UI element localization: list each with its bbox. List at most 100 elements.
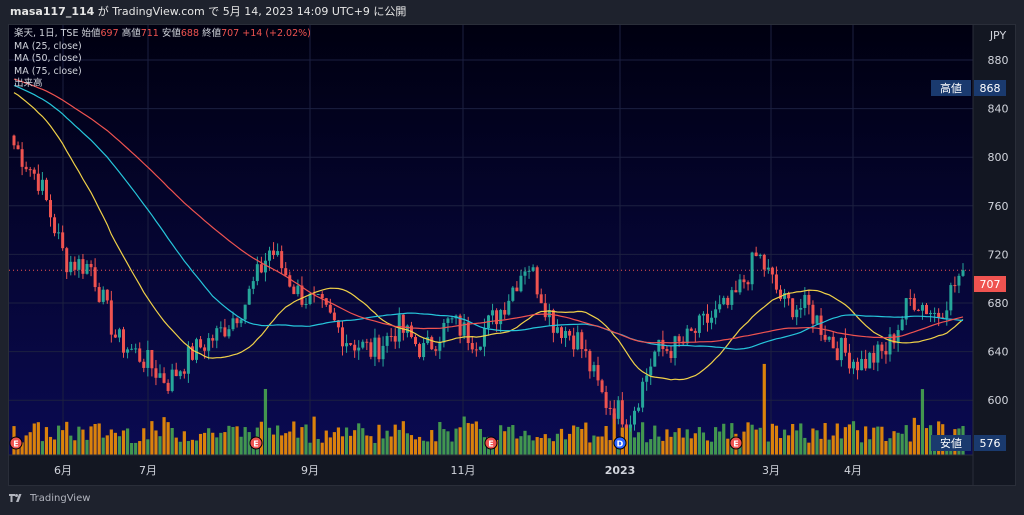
candle-body bbox=[130, 348, 134, 350]
volume-bar bbox=[328, 437, 332, 455]
volume-bar bbox=[332, 432, 336, 455]
ma75-legend[interactable]: MA (75, close) bbox=[14, 66, 311, 79]
ohlc-line: 楽天, 1日, TSE 始値697 高値711 安値688 終値707 +14 … bbox=[14, 28, 311, 41]
volume-bar bbox=[884, 440, 888, 455]
candle-body bbox=[166, 382, 170, 391]
volume-bar bbox=[511, 425, 515, 455]
price-tick-label: 840 bbox=[988, 103, 1009, 116]
candle-body bbox=[722, 297, 726, 305]
volume-bar bbox=[547, 438, 551, 455]
volume-bar bbox=[231, 426, 235, 455]
volume-bar bbox=[458, 427, 462, 455]
candle-body bbox=[860, 358, 864, 371]
candle-body bbox=[239, 319, 243, 324]
volume-bar bbox=[787, 435, 791, 455]
candle-body bbox=[795, 309, 799, 318]
candle-body bbox=[296, 285, 300, 295]
candle-body bbox=[543, 303, 547, 318]
candle-body bbox=[608, 407, 612, 409]
volume-bar bbox=[831, 435, 835, 455]
volume-bar bbox=[223, 432, 227, 455]
volume-bar bbox=[166, 422, 170, 455]
candle-body bbox=[880, 344, 884, 351]
volume-bar bbox=[803, 437, 807, 455]
ma25-legend[interactable]: MA (25, close) bbox=[14, 41, 311, 54]
volume-bar bbox=[81, 429, 85, 455]
volume-bar bbox=[718, 431, 722, 455]
volume-legend[interactable]: 出来高 bbox=[14, 78, 311, 91]
candle-body bbox=[600, 380, 604, 393]
candle-body bbox=[345, 343, 349, 347]
volume-bar bbox=[271, 434, 276, 455]
volume-bar bbox=[531, 440, 535, 455]
candle-body bbox=[199, 339, 203, 348]
volume-bar bbox=[596, 436, 600, 455]
ma50-legend[interactable]: MA (50, close) bbox=[14, 53, 311, 66]
volume-bar bbox=[835, 423, 839, 455]
candle-body bbox=[40, 179, 44, 191]
username[interactable]: masa117_114 bbox=[10, 5, 94, 18]
candle-body bbox=[677, 336, 681, 342]
low-label: 安値 bbox=[161, 28, 181, 39]
candle-body bbox=[495, 310, 499, 325]
candle-body bbox=[843, 337, 847, 353]
high-label: 高値 bbox=[121, 28, 141, 39]
price-chart[interactable]: E E E D E JPY 880 840 800 760 720 680 640 600 6月 7月 9… bbox=[8, 24, 1016, 486]
volume-bar bbox=[324, 430, 328, 455]
volume-bar bbox=[340, 436, 345, 455]
candle-body bbox=[819, 315, 823, 335]
volume-bar bbox=[791, 423, 795, 455]
volume-bar bbox=[377, 424, 381, 455]
candle-body bbox=[12, 135, 16, 146]
candle-body bbox=[109, 300, 113, 335]
candle-body bbox=[418, 344, 422, 358]
candle-body bbox=[434, 349, 438, 351]
time-axis[interactable]: 6月 7月 9月 11月 2023 3月 4月 bbox=[8, 454, 973, 477]
volume-bar bbox=[551, 441, 555, 455]
candle-body bbox=[328, 304, 332, 313]
volume-bar bbox=[316, 438, 320, 455]
chart-legend: 楽天, 1日, TSE 始値697 高値711 安値688 終値707 +14 … bbox=[14, 28, 311, 91]
volume-bar bbox=[401, 421, 405, 455]
candle-body bbox=[442, 322, 446, 343]
volume-bar bbox=[426, 441, 430, 455]
volume-bar bbox=[912, 417, 916, 455]
candle-body bbox=[596, 365, 600, 381]
candle-body bbox=[438, 342, 442, 351]
volume-bar bbox=[93, 423, 97, 455]
candle-body bbox=[620, 400, 624, 425]
candle-body bbox=[320, 293, 324, 299]
candle-body bbox=[65, 248, 69, 273]
candle-body bbox=[357, 347, 361, 351]
volume-bar bbox=[134, 442, 138, 455]
volume-bar bbox=[588, 442, 592, 455]
volume-bar bbox=[681, 437, 685, 455]
symbol-label[interactable]: 楽天, 1日, TSE bbox=[14, 28, 78, 39]
candle-body bbox=[588, 350, 592, 372]
volume-bar bbox=[523, 430, 527, 455]
candle-body bbox=[653, 351, 657, 367]
candle-body bbox=[929, 312, 933, 315]
volume-bar bbox=[296, 437, 300, 455]
volume-bar bbox=[576, 426, 580, 455]
price-tick-label: 640 bbox=[988, 346, 1009, 359]
candle-body bbox=[531, 267, 535, 271]
candle-body bbox=[953, 285, 957, 287]
tradingview-icon bbox=[9, 494, 22, 502]
candle-body bbox=[97, 287, 101, 302]
volume-bar bbox=[381, 438, 385, 455]
volume-bar bbox=[61, 430, 65, 455]
tradingview-logo[interactable]: TradingView bbox=[8, 492, 90, 504]
volume-bar bbox=[762, 363, 766, 455]
low-value: 688 bbox=[180, 28, 200, 39]
candle-body bbox=[341, 327, 344, 347]
high-value: 868 bbox=[980, 82, 1001, 95]
volume-bar bbox=[405, 433, 409, 455]
volume-bar bbox=[819, 438, 823, 455]
candle-body bbox=[645, 375, 649, 382]
volume-bar bbox=[515, 438, 519, 455]
candle-body bbox=[49, 200, 52, 218]
candle-body bbox=[195, 339, 198, 360]
candle-body bbox=[665, 349, 669, 351]
candle-body bbox=[908, 298, 912, 300]
